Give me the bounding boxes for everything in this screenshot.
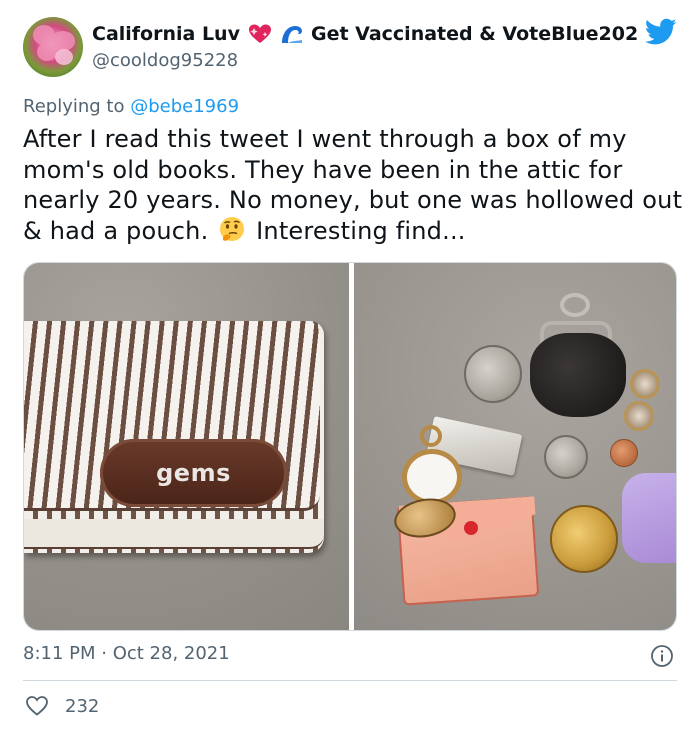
display-name[interactable]: California Luv — [92, 23, 240, 45]
like-count: 232 — [65, 695, 100, 717]
pouch-bottom — [24, 519, 324, 549]
tweet-text-part2: Interesting find... — [256, 216, 466, 245]
like-button[interactable]: 232 — [25, 694, 99, 718]
heart-outline-icon[interactable] — [25, 694, 49, 718]
reply-prefix: Replying to — [23, 96, 125, 117]
gold-medallion — [550, 505, 618, 573]
display-name-suffix[interactable]: Get Vaccinated & VoteBlue202 — [311, 23, 638, 45]
locket — [630, 369, 660, 399]
twitter-bird-icon[interactable] — [645, 18, 677, 46]
silver-ring — [560, 293, 590, 317]
media-container[interactable]: gems — [23, 262, 677, 631]
black-coin-purse — [530, 333, 626, 417]
purple-bag — [622, 473, 676, 563]
photo-pouch[interactable]: gems — [24, 263, 349, 630]
penny — [610, 439, 638, 467]
locket — [624, 401, 654, 431]
pocket-watch — [402, 449, 462, 505]
reply-handle-link[interactable]: @bebe1969 — [130, 96, 239, 117]
pink-pouch-button — [464, 521, 478, 535]
silver-coin — [544, 435, 588, 479]
info-icon[interactable] — [650, 644, 674, 668]
silver-medallion — [464, 345, 522, 403]
thinking-face-emoji-icon — [220, 216, 245, 241]
reply-to-line: Replying to @bebe1969 — [23, 96, 239, 117]
divider — [23, 680, 677, 681]
sparkling-heart-emoji-icon — [248, 24, 271, 43]
author-handle[interactable]: @cooldog95228 — [92, 50, 238, 71]
pocket-watch-bow — [420, 425, 442, 447]
gems-label-text: gems — [156, 459, 231, 487]
avatar[interactable] — [23, 17, 83, 77]
tweet-text: After I read this tweet I went through a… — [23, 124, 683, 246]
gems-label: gems — [100, 439, 287, 507]
author-name-row[interactable]: California Luv Get Vaccinated & VoteBlue… — [92, 20, 638, 48]
water-wave-emoji-icon — [281, 26, 302, 43]
photo-items[interactable] — [354, 263, 676, 630]
timestamp[interactable]: 8:11 PM · Oct 28, 2021 — [23, 643, 230, 664]
